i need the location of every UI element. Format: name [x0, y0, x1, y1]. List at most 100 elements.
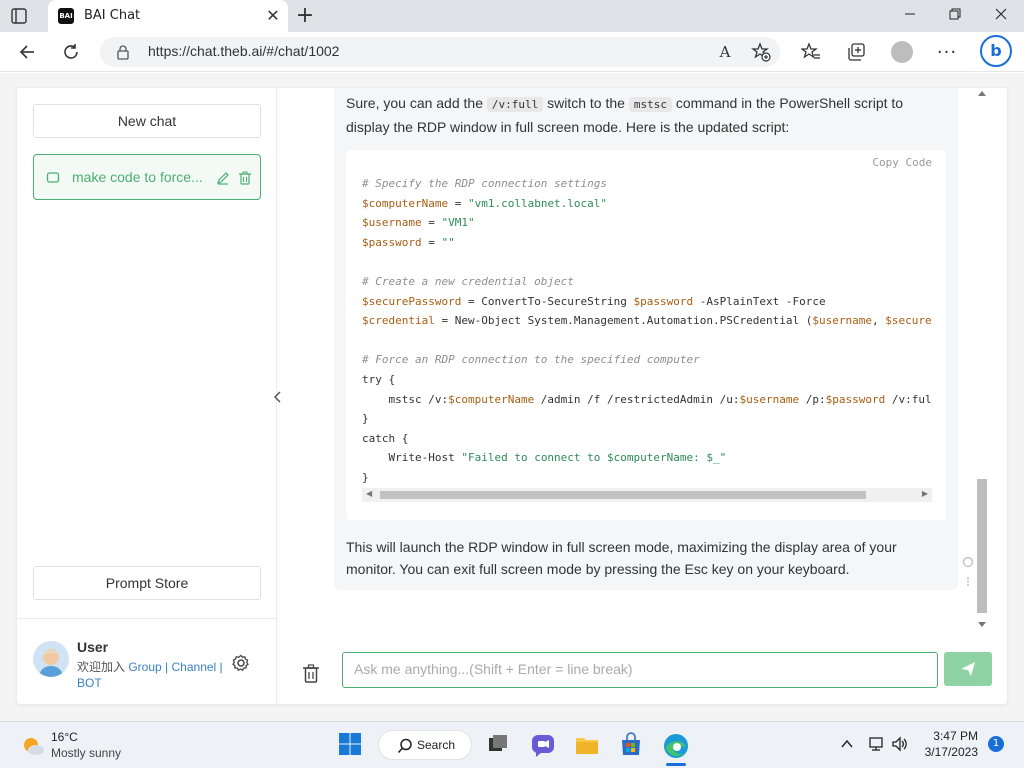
- refresh-icon[interactable]: [60, 41, 82, 63]
- message-intro: Sure, you can add the /v:full switch to …: [346, 92, 926, 138]
- edge-browser-icon[interactable]: [662, 732, 688, 766]
- code-line: catch {: [362, 431, 409, 445]
- code-line: }: [362, 470, 369, 484]
- link-separator: |: [216, 660, 223, 674]
- code-line: Write-Host "Failed to connect to $comput…: [362, 451, 727, 465]
- input-row: Ask me anything...(Shift + Enter = line …: [278, 650, 1009, 706]
- tab-strip: BAI BAI Chat ✕ +: [0, 0, 1024, 32]
- intro-text: Sure, you can add the: [346, 95, 487, 111]
- search-icon: [397, 738, 413, 758]
- bai-favicon-icon: BAI: [58, 8, 74, 24]
- lock-icon[interactable]: [116, 44, 130, 64]
- page-vertical-scrollbar[interactable]: [975, 87, 989, 631]
- page-viewport: New chat make code to force... Prompt St…: [0, 73, 1024, 721]
- close-tab-icon[interactable]: ✕: [264, 7, 282, 25]
- link-separator: |: [161, 660, 172, 674]
- bing-chat-icon[interactable]: b: [980, 35, 1012, 67]
- send-button[interactable]: [944, 652, 992, 686]
- code-line: $computerName = "vm1.collabnet.local": [362, 196, 608, 210]
- search-label: Search: [417, 738, 456, 752]
- intro-text: switch to the: [543, 95, 629, 111]
- clear-chat-trash-icon[interactable]: [302, 664, 320, 688]
- add-favorite-icon[interactable]: [750, 41, 772, 63]
- clock-time[interactable]: 3:47 PM: [928, 729, 978, 743]
- network-icon[interactable]: [867, 736, 885, 756]
- microsoft-store-icon[interactable]: [618, 732, 644, 758]
- sidebar: New chat make code to force... Prompt St…: [17, 88, 277, 706]
- message-tools: [962, 556, 974, 594]
- group-link[interactable]: Group: [128, 660, 161, 674]
- browser-toolbar: https://chat.theb.ai/#/chat/1002 A ···: [0, 32, 1024, 72]
- tab-actions-icon[interactable]: [10, 7, 28, 25]
- taskbar: 16°C Mostly sunny Search 3:47 PM 3/17/20…: [0, 721, 1024, 768]
- code-line: # Specify the RDP connection settings: [362, 177, 608, 190]
- code-line: $credential = New-Object System.Manageme…: [362, 314, 932, 328]
- new-chat-button[interactable]: New chat: [33, 104, 261, 138]
- collections-icon[interactable]: [845, 41, 867, 63]
- code-line: try {: [362, 372, 396, 386]
- show-hidden-icons-icon[interactable]: [840, 736, 854, 755]
- clock-date[interactable]: 3/17/2023: [920, 745, 978, 759]
- file-explorer-icon[interactable]: [574, 732, 600, 758]
- profile-avatar[interactable]: [891, 41, 913, 63]
- message-outro: This will launch the RDP window in full …: [346, 539, 897, 577]
- close-window-icon[interactable]: [986, 4, 1016, 28]
- code-content: # Specify the RDP connection settings $co…: [362, 174, 932, 488]
- assistant-message: Sure, you can add the /v:full switch to …: [334, 88, 958, 590]
- code-line: # Create a new credential object: [362, 274, 574, 288]
- scrollbar-thumb[interactable]: [380, 491, 866, 499]
- new-tab-icon[interactable]: +: [294, 5, 316, 27]
- code-line: mstsc /v:$computerName /admin /f /restri…: [362, 392, 932, 406]
- user-panel: User 欢迎加入 Group | Channel | BOT: [17, 618, 277, 706]
- community-links: 欢迎加入 Group | Channel | BOT: [77, 659, 237, 691]
- read-aloud-icon[interactable]: A: [714, 41, 736, 63]
- tab-title: BAI Chat: [84, 8, 141, 23]
- settings-gear-icon[interactable]: [231, 653, 251, 677]
- code-line: $securePassword = ConvertTo-SecureString…: [362, 294, 826, 308]
- browser-tab[interactable]: BAI BAI Chat ✕: [48, 0, 288, 32]
- send-icon: [961, 662, 975, 676]
- code-line: ​: [362, 252, 932, 272]
- code-line: ​: [362, 331, 932, 351]
- delete-icon[interactable]: [238, 170, 252, 189]
- edit-icon[interactable]: [216, 170, 230, 189]
- taskbar-search[interactable]: Search: [378, 730, 472, 760]
- windows-start-icon[interactable]: [338, 732, 364, 758]
- sidebar-chat-item[interactable]: make code to force...: [33, 154, 261, 200]
- chat-main: Sure, you can add the /v:full switch to …: [278, 88, 1009, 706]
- minimize-icon[interactable]: [895, 4, 925, 28]
- user-avatar[interactable]: [33, 641, 69, 677]
- url-text[interactable]: https://chat.theb.ai/#/chat/1002: [148, 43, 339, 59]
- weather-description[interactable]: Mostly sunny: [51, 746, 121, 760]
- more-options-icon[interactable]: ···: [936, 41, 958, 63]
- teams-chat-icon[interactable]: [530, 732, 556, 758]
- weather-temperature[interactable]: 16°C: [51, 730, 78, 744]
- prompt-store-button[interactable]: Prompt Store: [33, 566, 261, 600]
- bot-link[interactable]: BOT: [77, 676, 102, 690]
- scroll-left-icon[interactable]: ◀: [366, 489, 372, 498]
- active-app-indicator: [666, 763, 686, 766]
- volume-icon[interactable]: [891, 736, 909, 756]
- code-line: $password = "": [362, 235, 455, 249]
- scroll-right-icon[interactable]: ▶: [922, 489, 928, 498]
- chat-input[interactable]: Ask me anything...(Shift + Enter = line …: [342, 652, 938, 688]
- weather-sun-icon[interactable]: [20, 733, 46, 759]
- inline-code-command: mstsc: [628, 97, 672, 112]
- copy-code-button[interactable]: Copy Code: [872, 156, 932, 169]
- chat-item-title: make code to force...: [72, 169, 203, 185]
- community-prefix: 欢迎加入: [77, 660, 129, 674]
- code-horizontal-scrollbar[interactable]: ◀ ▶: [362, 488, 932, 502]
- code-block: Copy Code # Specify the RDP connection s…: [346, 150, 946, 520]
- back-icon[interactable]: [16, 41, 38, 63]
- inline-code-switch: /v:full: [486, 97, 544, 112]
- restore-icon[interactable]: [940, 4, 970, 28]
- address-bar[interactable]: https://chat.theb.ai/#/chat/1002: [100, 37, 780, 67]
- chat-bubble-icon: [46, 170, 60, 189]
- chat-app: New chat make code to force... Prompt St…: [16, 87, 1009, 706]
- code-line: $username = "VM1": [362, 216, 475, 230]
- notification-badge[interactable]: 1: [988, 736, 1004, 752]
- code-line: }: [362, 412, 369, 426]
- task-view-icon[interactable]: [486, 732, 512, 758]
- channel-link[interactable]: Channel: [172, 660, 217, 674]
- favorites-icon[interactable]: [800, 41, 822, 63]
